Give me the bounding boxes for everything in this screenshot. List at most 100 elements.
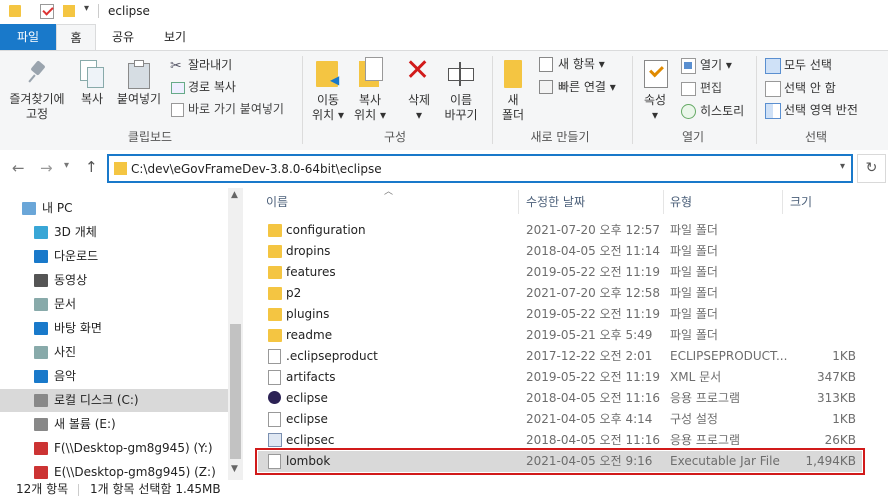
tab-share[interactable]: 공유 bbox=[100, 24, 146, 50]
file-row[interactable]: configuration 2021-07-20 오후 12:57 파일 폴더 bbox=[258, 220, 862, 241]
file-row[interactable]: artifacts 2019-05-22 오전 11:19 XML 문서 347KB bbox=[258, 367, 862, 388]
folder-icon bbox=[268, 266, 282, 279]
rename-icon bbox=[448, 62, 474, 86]
file-row[interactable]: plugins 2019-05-22 오전 11:19 파일 폴더 bbox=[258, 304, 862, 325]
copy-to-button[interactable]: 복사 위치 ▾ bbox=[350, 93, 390, 123]
column-header-name[interactable]: 이름 bbox=[266, 193, 288, 210]
history-button[interactable]: 히스토리 bbox=[700, 103, 744, 119]
new-item-button[interactable]: 새 항목 ▾ bbox=[558, 56, 605, 72]
tab-file[interactable]: 파일 bbox=[0, 24, 56, 50]
move-to-label-2: 위치 ▾ bbox=[312, 108, 344, 122]
nav-item[interactable]: 로컬 디스크 (C:) bbox=[0, 389, 228, 412]
clipboard-group-label: 클립보드 bbox=[127, 130, 173, 144]
refresh-icon[interactable]: ↻ bbox=[857, 154, 886, 183]
move-to-label-1: 이동 bbox=[316, 93, 340, 107]
delete-button[interactable]: 삭제 ▾ bbox=[398, 93, 440, 123]
file-row[interactable]: p2 2021-07-20 오후 12:58 파일 폴더 bbox=[258, 283, 862, 304]
properties-button[interactable]: 속성 ▾ bbox=[636, 93, 674, 123]
eclipse-icon bbox=[268, 391, 281, 404]
nav-item[interactable]: 새 볼륨 (E:) bbox=[0, 413, 228, 436]
desktop-icon bbox=[34, 322, 48, 335]
open-button[interactable]: 열기 ▾ bbox=[700, 57, 732, 73]
quick-access-new-folder-icon[interactable] bbox=[63, 5, 75, 17]
select-none-button[interactable]: 선택 안 함 bbox=[784, 80, 836, 96]
file-row[interactable]: eclipsec 2018-04-05 오전 11:16 응용 프로그램 26KB bbox=[258, 430, 862, 451]
nav-item-label: 바탕 화면 bbox=[54, 321, 102, 335]
scroll-up-icon[interactable]: ▲ bbox=[231, 190, 238, 200]
quick-access-properties-icon[interactable] bbox=[40, 4, 54, 19]
status-bar: 12개 항목 1개 항목 선택함 1.45MB bbox=[0, 480, 888, 499]
edit-button[interactable]: 편집 bbox=[700, 80, 722, 96]
file-row[interactable]: features 2019-05-22 오전 11:19 파일 폴더 bbox=[258, 262, 862, 283]
tab-home[interactable]: 홈 bbox=[56, 24, 96, 50]
select-all-button[interactable]: 모두 선택 bbox=[784, 57, 832, 73]
invert-selection-button[interactable]: 선택 영역 반전 bbox=[784, 102, 858, 118]
file-row[interactable]: eclipse 2018-04-05 오전 11:16 응용 프로그램 313KB bbox=[258, 388, 862, 409]
nav-scrollbar[interactable]: ▲ ▼ bbox=[228, 188, 243, 480]
file-date: 2018-04-05 오전 11:16 bbox=[526, 391, 661, 405]
copy-to-label-2: 위치 ▾ bbox=[354, 108, 386, 122]
file-type: Executable Jar File bbox=[670, 454, 780, 468]
folder-icon bbox=[268, 287, 282, 300]
file-row[interactable]: .eclipseproduct 2017-12-22 오전 2:01 ECLIPSE… bbox=[258, 346, 862, 367]
nav-item-label: 다운로드 bbox=[54, 249, 99, 263]
open-group-label: 열기 bbox=[681, 130, 705, 144]
file-row[interactable]: readme 2019-05-21 오후 5:49 파일 폴더 bbox=[258, 325, 862, 346]
pin-quick-access-button[interactable]: 즐겨찾기에 고정 bbox=[2, 92, 72, 122]
delete-icon: ✕ bbox=[405, 53, 431, 88]
recent-locations-icon[interactable]: ▾ bbox=[64, 160, 69, 171]
paste-shortcut-button[interactable]: 바로 가기 붙여넣기 bbox=[188, 101, 284, 117]
paste-button[interactable]: 붙여넣기 bbox=[112, 92, 166, 107]
file-type: 파일 폴더 bbox=[670, 223, 718, 237]
file-row[interactable]: eclipse 2021-04-05 오후 4:14 구성 설정 1KB bbox=[258, 409, 862, 430]
file-size: 1,494KB bbox=[805, 454, 856, 468]
column-header-type[interactable]: 유형 bbox=[670, 193, 692, 210]
nav-item[interactable]: 사진 bbox=[0, 341, 228, 364]
quick-access-dropdown-icon[interactable]: ▾ bbox=[84, 3, 89, 14]
nav-item[interactable]: 바탕 화면 bbox=[0, 317, 228, 340]
edit-label: 편집 bbox=[700, 81, 723, 95]
cut-button[interactable]: 잘라내기 bbox=[188, 57, 232, 73]
nav-item[interactable]: 문서 bbox=[0, 293, 228, 316]
scroll-down-icon[interactable]: ▼ bbox=[231, 464, 238, 474]
nav-item[interactable]: 다운로드 bbox=[0, 245, 228, 268]
pin-label-1: 즐겨찾기에 bbox=[9, 92, 65, 106]
easy-access-button[interactable]: 빠른 연결 ▾ bbox=[558, 79, 616, 95]
forward-icon[interactable]: → bbox=[40, 159, 53, 177]
address-box[interactable]: C:\dev\eGovFrameDev-3.8.0-64bit\eclipse … bbox=[107, 154, 853, 183]
up-icon[interactable]: ↑ bbox=[85, 158, 98, 176]
new-folder-label-2: 폴더 bbox=[501, 108, 525, 122]
nav-item[interactable]: F(\\Desktop-gm8g945) (Y:) bbox=[0, 437, 228, 460]
column-divider bbox=[782, 190, 783, 214]
new-folder-button[interactable]: 새 폴더 bbox=[496, 93, 530, 123]
file-row[interactable]: dropins 2018-04-05 오전 11:14 파일 폴더 bbox=[258, 241, 862, 262]
nav-item-label: 새 볼륨 (E:) bbox=[54, 417, 116, 431]
nav-item[interactable]: 3D 개체 bbox=[0, 221, 228, 244]
column-header-date[interactable]: 수정한 날짜 bbox=[526, 193, 585, 210]
file-date: 2017-12-22 오전 2:01 bbox=[526, 349, 653, 363]
file-date: 2019-05-22 오전 11:19 bbox=[526, 307, 661, 321]
move-to-button[interactable]: 이동 위치 ▾ bbox=[308, 93, 348, 123]
file-date: 2021-07-20 오후 12:57 bbox=[526, 223, 661, 237]
address-dropdown-icon[interactable]: ▾ bbox=[840, 161, 845, 172]
open-label: 열기 bbox=[700, 58, 723, 72]
scroll-thumb[interactable] bbox=[230, 324, 241, 459]
file-size: 1KB bbox=[832, 412, 856, 426]
back-icon[interactable]: ← bbox=[12, 159, 25, 177]
nav-item[interactable]: 음악 bbox=[0, 365, 228, 388]
file-size: 313KB bbox=[816, 391, 856, 405]
file-type: 파일 폴더 bbox=[670, 307, 718, 321]
file-row[interactable]: lombok 2021-04-05 오전 9:16 Executable Jar F… bbox=[255, 448, 865, 475]
rename-label-2: 바꾸기 bbox=[444, 108, 478, 122]
copy-to-icon bbox=[359, 57, 385, 89]
copy-path-icon bbox=[171, 82, 185, 94]
copy-button[interactable]: 복사 bbox=[74, 92, 110, 107]
copy-path-label: 경로 복사 bbox=[188, 80, 236, 94]
delete-label: 삭제 bbox=[407, 93, 431, 107]
nav-item[interactable]: 내 PC bbox=[0, 197, 228, 220]
rename-button[interactable]: 이름 바꾸기 bbox=[440, 93, 482, 123]
nav-item[interactable]: 동영상 bbox=[0, 269, 228, 292]
tab-view[interactable]: 보기 bbox=[152, 24, 198, 50]
copy-path-button[interactable]: 경로 복사 bbox=[188, 79, 236, 95]
column-header-size[interactable]: 크기 bbox=[790, 193, 812, 210]
